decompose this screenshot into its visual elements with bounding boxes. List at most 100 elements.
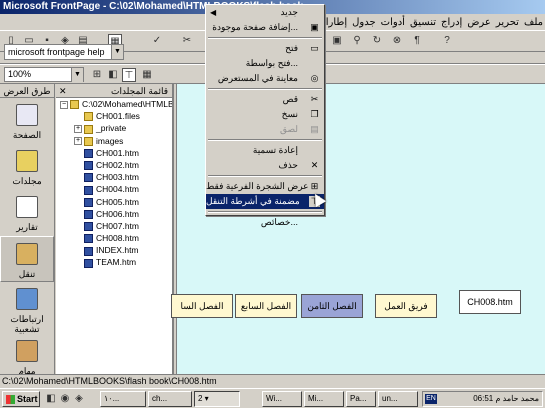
language-indicator[interactable]: EN [425,394,437,404]
chevron-left-icon: ◀ [210,8,217,17]
view-folders[interactable]: مجلدات [0,144,54,190]
expand-icon[interactable]: + [74,137,82,146]
taskbar-button[interactable]: ch... [148,391,192,407]
menu-item-view-subtree[interactable]: ⊞ عرض الشجرة الفرعية فقط [206,179,324,194]
start-button[interactable]: Start [2,391,40,407]
preview-icon: ◎ [310,73,319,83]
file-item[interactable]: CH005.htm [56,196,172,208]
paragraph-icon[interactable]: ¶ [410,34,424,48]
nav-page-box[interactable]: الفصل السا [171,294,233,318]
refresh-icon[interactable]: ↻ [370,34,384,48]
zoom-icon[interactable]: ◧ [106,68,120,82]
quick-launch-icon[interactable]: ◧ [44,392,58,406]
taskbar-button[interactable]: Wi... [262,391,302,407]
zoom-select[interactable]: 100% ▼ [4,67,84,82]
folder-icon [84,124,93,134]
expand-icon[interactable]: + [74,125,82,134]
view-hyperlinks[interactable]: ارتباطات تشعبية [0,282,54,334]
menu-item-include-in-nav-bars[interactable]: ⊤ مضمنة في أشرطة التنقل [206,194,324,209]
menu-item-preview[interactable]: ◎ معاينة في المستعرض [206,71,324,86]
cut-icon: ✂ [310,94,319,104]
subtree-icon[interactable]: ▦ [140,68,154,82]
menu-insert[interactable]: إدراج [441,17,462,28]
navigation-icon[interactable]: ⊤ [122,68,136,82]
menu-edit[interactable]: تحرير [496,17,519,28]
folder-item[interactable]: CH001.files [56,110,172,122]
html-page-icon [84,222,93,232]
menu-item-paste: ▤ لصق [279,124,319,134]
folders-icon [16,150,38,172]
menu-item-delete[interactable]: ✕ حذف [206,158,324,173]
menu-item-add-existing-page[interactable]: ▣ إضافة صفحة موجودة... [206,20,324,35]
menu-item-rename[interactable]: إعادة تسمية [206,143,324,158]
nav-page-box[interactable]: فريق العمل [375,294,437,318]
menu-item-new[interactable]: ◀ جديد [206,5,324,20]
taskbar: Start ◧ ◉ ◈ ۱۰... ch... 2 ▾ Wi... Mi... … [0,388,545,408]
file-item[interactable]: TEAM.htm [56,256,172,268]
menu-item-open-with[interactable]: فتح بواسطة... [206,56,324,71]
file-item[interactable]: CH008.htm [56,232,172,244]
file-item[interactable]: INDEX.htm [56,244,172,256]
folder-item[interactable]: + _private [56,122,172,134]
taskbar-button[interactable]: Mi... [304,391,344,407]
open-icon: ▭ [310,43,319,53]
html-page-icon [84,173,93,183]
style-select[interactable]: microsoft frontpage help ▼ [4,44,124,60]
collapse-icon[interactable]: − [60,100,68,109]
hyperlink-icon[interactable]: ⚲ [350,34,364,48]
html-page-icon [84,209,93,219]
menu-table[interactable]: جدول [352,17,376,28]
menu-file[interactable]: ملف [524,17,543,28]
file-item[interactable]: CH004.htm [56,183,172,195]
windows-logo-icon [6,395,15,404]
nav-page-box[interactable]: CH008.htm [459,290,521,314]
html-page-icon [84,149,93,158]
page-icon [16,104,38,126]
quick-launch-icon[interactable]: ◉ [58,392,72,406]
image-icon[interactable]: ▣ [330,34,344,48]
file-item[interactable]: CH001.htm [56,147,172,159]
file-item[interactable]: CH003.htm [56,171,172,183]
cut-icon[interactable]: ✂ [180,34,194,48]
file-item[interactable]: CH002.htm [56,159,172,171]
views-bar: طرق العرض الصفحة مجلدات تقارير تنقل ارتب… [0,84,55,376]
html-page-icon [84,258,93,268]
view-navigation[interactable]: تنقل [0,236,54,282]
folder-root[interactable]: −C:\02\Mohamed\HTMLBOOKS [56,98,172,110]
html-page-icon [84,246,93,256]
taskbar-button[interactable]: un... [378,391,418,407]
menu-format[interactable]: تنسيق [410,17,436,28]
menu-item-properties[interactable]: خصائص... [206,215,324,230]
quick-launch-icon[interactable]: ◈ [72,392,86,406]
chevron-down-icon: ▼ [111,45,123,59]
portrait-icon[interactable]: ⊞ [90,68,104,82]
folder-icon [84,112,93,122]
file-item[interactable]: CH007.htm [56,220,172,232]
menu-item-open[interactable]: ▭ فتح [206,41,324,56]
nav-page-box-selected[interactable]: الفصل الثامن [301,294,363,318]
help-icon[interactable]: ? [440,34,454,48]
hyperlinks-icon [16,288,38,310]
nav-page-box[interactable]: الفصل السابع [235,294,297,318]
taskbar-button[interactable]: ۱۰... [100,391,146,407]
context-menu: ◀ جديد ▣ إضافة صفحة موجودة... ▭ فتح فتح بوا… [205,4,325,227]
status-bar: C:\02\Mohamed\HTMLBOOKS\flash book\CH008… [0,374,545,388]
taskbar-button[interactable]: 2 ▾ [194,391,240,407]
clock: محمد حامد م 06:51 [473,394,539,403]
file-item[interactable]: CH006.htm [56,208,172,220]
stop-icon[interactable]: ⊗ [390,34,404,48]
spelling-icon[interactable]: ✓ [150,34,164,48]
views-bar-title: طرق العرض [0,84,54,98]
html-page-icon [84,197,93,207]
taskbar-button[interactable]: Pa... [346,391,376,407]
view-page[interactable]: الصفحة [0,98,54,144]
html-page-icon [84,234,93,244]
view-reports[interactable]: تقارير [0,190,54,236]
close-icon[interactable]: ✕ [59,84,67,98]
folder-item[interactable]: + images [56,135,172,147]
menu-tools[interactable]: أدوات [381,17,405,28]
folder-icon [70,100,79,110]
menu-view[interactable]: عرض [467,17,491,28]
menu-item-copy[interactable]: ❐ نسخ [206,107,324,122]
menu-item-cut[interactable]: ✂ قص [206,92,324,107]
